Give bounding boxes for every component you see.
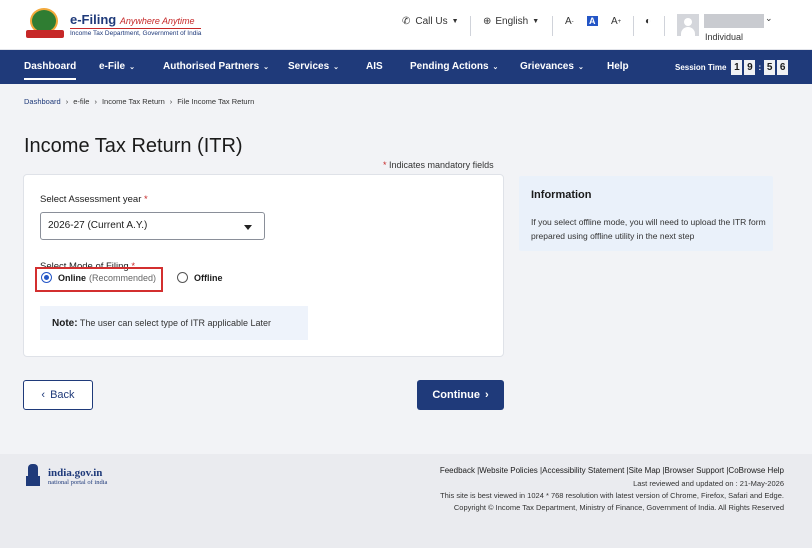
timer-digit: 9: [744, 60, 756, 75]
continue-button[interactable]: Continue ›: [417, 380, 504, 410]
logo-tagline: Anywhere Anytime: [119, 15, 195, 26]
breadcrumb-efile[interactable]: e-file: [73, 97, 89, 106]
globe-icon: ⊕: [483, 16, 492, 27]
online-hint: (Recommended): [89, 272, 157, 283]
nav-authorised-partners[interactable]: Authorised Partners ⌄: [163, 50, 269, 84]
caret-down-icon: [244, 225, 252, 230]
nav-services[interactable]: Services ⌄: [288, 50, 339, 84]
india-gov-title: india.gov.in: [48, 466, 103, 479]
nav-help[interactable]: Help: [607, 50, 629, 84]
normal-text-button[interactable]: A: [587, 16, 598, 26]
chevron-right-icon: ›: [169, 97, 173, 106]
main-navigation: Dashboard e-File ⌄ Authorised Partners ⌄ S…: [0, 50, 812, 84]
divider: [552, 16, 553, 36]
radio-unchecked-icon[interactable]: [177, 272, 188, 283]
timer-digit: 6: [777, 60, 789, 75]
online-label: Online: [58, 272, 87, 283]
radio-online[interactable]: Online (Recommended): [41, 272, 156, 283]
income-tax-emblem-icon: [24, 8, 66, 40]
radio-offline[interactable]: Offline: [177, 272, 223, 283]
chevron-down-icon: ⌄: [492, 64, 499, 71]
assessment-year-select[interactable]: 2026-27 (Current A.Y.): [40, 212, 265, 240]
divider: [470, 16, 471, 36]
information-title: Information: [531, 189, 592, 201]
chevron-right-icon: ›: [485, 389, 489, 401]
information-text: If you select offline mode, you will nee…: [531, 217, 766, 241]
mandatory-note: * Indicates mandatory fields: [383, 160, 494, 170]
language-label: English: [495, 16, 529, 27]
timer-digit: 1: [731, 60, 743, 75]
footer-links[interactable]: Feedback |Website Policies |Accessibilit…: [440, 466, 784, 475]
chevron-down-icon: ⌄: [263, 64, 270, 71]
chevron-right-icon: ›: [65, 97, 69, 106]
breadcrumb-income-tax-return[interactable]: Income Tax Return: [102, 97, 165, 106]
call-us-menu[interactable]: ✆ Call Us ▼: [402, 16, 459, 27]
contrast-toggle-icon[interactable]: ◐: [645, 16, 651, 27]
information-panel: Information If you select offline mode, …: [519, 176, 773, 251]
chevron-down-icon[interactable]: ⌄: [765, 13, 773, 24]
page-title: Income Tax Return (ITR): [24, 135, 243, 157]
divider: [664, 16, 665, 36]
national-emblem-icon: [24, 464, 42, 488]
timer-digit: 5: [764, 60, 776, 75]
divider: [633, 16, 634, 36]
back-button[interactable]: ‹ Back: [23, 380, 93, 410]
user-type: Individual: [705, 32, 744, 42]
logo-title: e-Filing Anywhere Anytime: [70, 11, 195, 27]
language-selector[interactable]: ⊕ English ▼: [483, 16, 539, 27]
footer: india.gov.in national portal of india Fe…: [0, 454, 812, 548]
last-reviewed: Last reviewed and updated on : 21-May-20…: [633, 479, 784, 488]
chevron-down-icon: ▼: [532, 18, 540, 25]
assessment-year-value: 2026-27 (Current A.Y.): [48, 220, 148, 231]
username-redacted[interactable]: [704, 14, 764, 28]
copyright: Copyright © Income Tax Department, Minis…: [453, 503, 784, 512]
nav-pending-actions[interactable]: Pending Actions ⌄: [410, 50, 498, 84]
chevron-down-icon: ⌄: [333, 64, 340, 71]
phone-icon: ✆: [402, 16, 411, 27]
radio-checked-icon[interactable]: [41, 272, 52, 283]
decrease-text-button[interactable]: A-: [565, 16, 574, 27]
chevron-right-icon: ›: [94, 97, 97, 106]
session-timer: Session Time 1 9 : 5 6: [675, 60, 789, 75]
nav-ais[interactable]: AIS: [366, 50, 383, 84]
chevron-down-icon: ⌄: [129, 64, 135, 71]
assessment-year-label: Select Assessment year *: [40, 194, 148, 205]
nav-grievances[interactable]: Grievances ⌄: [520, 50, 584, 84]
breadcrumb: Dashboard › e-file › Income Tax Return ›…: [24, 97, 254, 106]
best-viewed-note: This site is best viewed in 1024 * 768 r…: [440, 491, 784, 500]
call-us-label: Call Us: [415, 16, 448, 27]
breadcrumb-file-income-tax-return: File Income Tax Return: [177, 97, 255, 106]
logo-subtitle: Income Tax Department, Government of Ind…: [70, 27, 202, 37]
header: e-Filing Anywhere Anytime Income Tax Dep…: [0, 0, 812, 50]
offline-label: Offline: [194, 272, 223, 283]
filing-form-card: Select Assessment year * 2026-27 (Curren…: [23, 174, 504, 357]
increase-text-button[interactable]: A +: [611, 16, 621, 27]
nav-dashboard[interactable]: Dashboard: [24, 50, 77, 84]
note-box: Note: The user can select type of ITR ap…: [40, 306, 308, 340]
breadcrumb-dashboard[interactable]: Dashboard: [24, 97, 61, 106]
session-label: Session Time: [675, 63, 727, 72]
nav-efile[interactable]: e-File ⌄: [99, 50, 135, 84]
chevron-left-icon: ‹: [41, 389, 46, 401]
efiling-logo[interactable]: e-Filing Anywhere Anytime Income Tax Dep…: [24, 8, 202, 40]
note-text: The user can select type of ITR applicab…: [79, 318, 272, 328]
india-gov-logo[interactable]: india.gov.in national portal of india: [24, 464, 107, 488]
avatar[interactable]: [677, 14, 699, 36]
india-gov-subtitle: national portal of india: [48, 478, 108, 486]
note-label: Note:: [52, 318, 78, 329]
chevron-down-icon: ⌄: [577, 64, 584, 71]
chevron-down-icon: ▼: [451, 18, 459, 25]
